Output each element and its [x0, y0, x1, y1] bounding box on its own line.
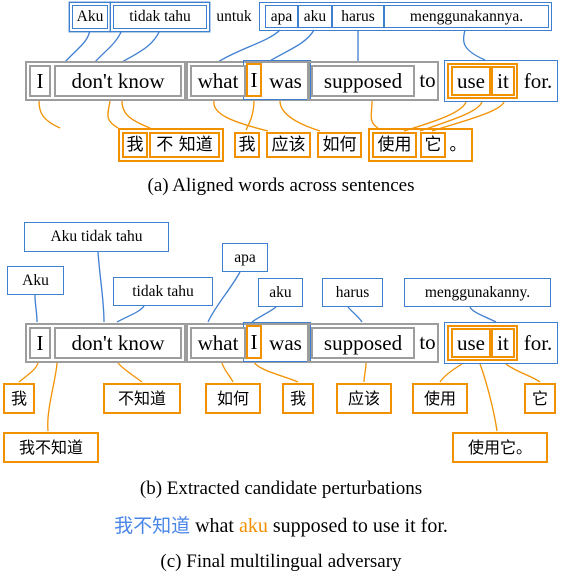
token-english-a-6: to	[419, 67, 436, 92]
token-english-a-5: supposed	[311, 65, 415, 97]
token-english-b-1: don't know	[54, 327, 182, 359]
candidate-chinese-7: 我不知道	[3, 432, 99, 463]
token-english-a-3: I	[246, 63, 262, 97]
candidate-chinese-3: 我	[282, 383, 314, 414]
token-english-a-4: was	[269, 68, 302, 93]
token-indonesian-a-1: tidak tahu	[113, 5, 207, 29]
candidate-chinese-5: 使用	[412, 383, 468, 414]
token-indonesian-a-3: apa	[265, 5, 298, 28]
token-indonesian-a-2: untuk	[216, 8, 252, 26]
caption-a: (a) Aligned words across sentences	[147, 175, 415, 196]
token-chinese-a-6: 它	[420, 132, 446, 158]
token-chinese-a-2: 我	[234, 132, 260, 158]
final-indonesian-segment: aku	[239, 515, 268, 537]
candidate-indonesian-5: harus	[322, 278, 383, 307]
token-chinese-a-3: 应该	[266, 132, 311, 158]
candidate-chinese-0: 我	[3, 383, 35, 414]
candidate-indonesian-0: Aku tidak tahu	[24, 222, 169, 252]
token-chinese-a-1: 不 知道	[149, 132, 220, 158]
final-adversary-sentence: 我不知道 what aku supposed to use it for.	[0, 511, 562, 538]
candidate-indonesian-2: tidak tahu	[113, 277, 213, 306]
token-english-a-2: what	[190, 65, 246, 97]
token-english-b-4: was	[269, 330, 302, 355]
token-english-b-9: for.	[523, 330, 553, 355]
token-english-b-8: it	[491, 328, 515, 358]
caption-b: (b) Extracted candidate perturbations	[139, 478, 423, 499]
token-indonesian-a-0: Aku	[72, 5, 108, 29]
token-indonesian-a-5: harus	[332, 5, 384, 28]
token-indonesian-a-4: aku	[298, 5, 332, 28]
caption-c: (c) Final multilingual adversary	[160, 551, 402, 572]
token-english-b-6: to	[419, 329, 436, 354]
candidate-chinese-8: 使用它。	[452, 432, 548, 463]
candidate-chinese-2: 如何	[205, 383, 261, 414]
token-english-b-0: I	[29, 327, 51, 359]
token-chinese-a-5: 使用	[372, 132, 417, 158]
token-english-a-8: it	[491, 66, 515, 96]
candidate-chinese-1: 不知道	[103, 383, 181, 414]
figure-multilingual-adversarial-example: Aku tidak tahu untuk apa aku harus menggunakan…	[0, 0, 562, 576]
token-english-a-0: I	[29, 65, 51, 97]
token-chinese-a-0: 我	[122, 132, 148, 158]
candidate-indonesian-1: Aku	[7, 266, 64, 295]
token-english-a-1: don't know	[54, 65, 182, 97]
candidate-chinese-4: 应该	[336, 383, 392, 414]
token-english-b-5: supposed	[311, 327, 415, 359]
final-plain-segment-1: what	[190, 515, 239, 537]
candidate-indonesian-3: apa	[222, 243, 268, 272]
token-english-a-9: for.	[523, 68, 553, 93]
token-english-b-3: I	[246, 325, 262, 359]
candidate-chinese-6: 它	[524, 383, 556, 414]
candidate-indonesian-4: aku	[258, 278, 303, 307]
token-english-b-2: what	[190, 327, 246, 359]
token-chinese-a-4: 如何	[317, 132, 362, 158]
token-chinese-a-7: 。	[449, 134, 467, 155]
token-indonesian-a-6: menggunakannya.	[384, 5, 549, 28]
final-chinese-segment: 我不知道	[114, 515, 191, 537]
final-plain-segment-2: supposed to use it for.	[267, 515, 448, 537]
token-english-b-7: use	[451, 328, 491, 358]
candidate-indonesian-6: menggunakanny.	[404, 278, 551, 307]
token-english-a-7: use	[451, 66, 491, 96]
